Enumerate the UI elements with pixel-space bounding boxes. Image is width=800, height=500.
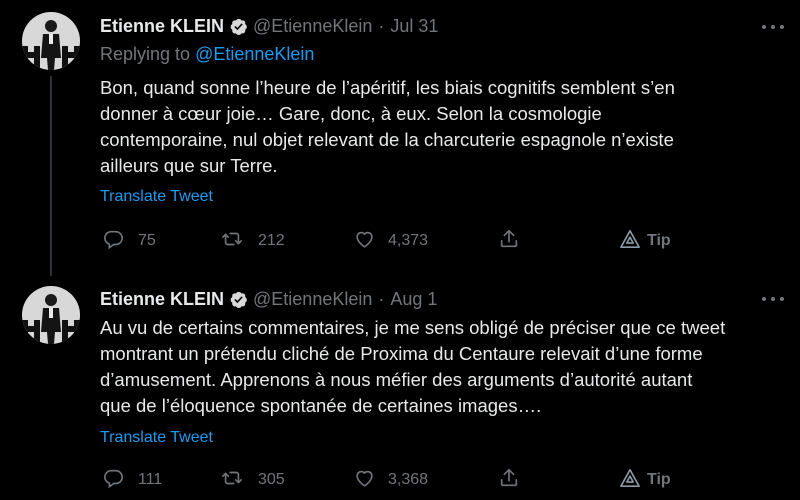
retweet-icon <box>220 228 244 255</box>
reply-icon <box>102 467 124 494</box>
retweet-icon <box>220 467 244 494</box>
share-button[interactable] <box>498 465 520 495</box>
like-count: 4,373 <box>388 232 429 249</box>
more-horizontal-icon[interactable] <box>762 296 784 302</box>
like-button[interactable]: 4,373 <box>353 226 428 256</box>
separator-dot: · <box>378 288 385 309</box>
tip-label: Tip <box>647 232 671 249</box>
tweet[interactable]: Etienne KLEIN @EtienneKlein · Aug 1 Au v… <box>0 270 800 500</box>
tweet-text-line: montrant un prétendu cliché de Proxima d… <box>100 343 703 364</box>
retweet-button[interactable]: 212 <box>220 226 285 256</box>
reply-icon <box>102 228 124 255</box>
tweet-text-line: ailleurs que sur Terre. <box>100 155 278 176</box>
tweet-date[interactable]: Jul 31 <box>390 16 438 37</box>
tweet-header: Etienne KLEIN @EtienneKlein · Aug 1 <box>100 285 437 313</box>
tweet-date[interactable]: Aug 1 <box>390 289 437 310</box>
share-icon <box>498 467 520 494</box>
tweet-text: Bon, quand sonne l’heure de l’apéritif, … <box>100 75 790 179</box>
separator-dot: · <box>378 15 385 36</box>
tweet-text-line: Au vu de certains commentaires, je me se… <box>100 317 726 338</box>
retweet-count: 212 <box>258 232 285 249</box>
replying-to: Replying to @EtienneKlein <box>100 44 314 65</box>
replying-mention-link[interactable]: @EtienneKlein <box>195 44 314 64</box>
tweet-text-line: Bon, quand sonne l’heure de l’apéritif, … <box>100 77 675 98</box>
tweet-text-line: que de l’éloquence spontanée de certaine… <box>100 395 542 416</box>
avatar[interactable] <box>22 12 80 70</box>
verified-badge-icon <box>229 290 248 309</box>
translate-tweet-link[interactable]: Translate Tweet <box>100 429 213 447</box>
like-button[interactable]: 3,368 <box>353 465 428 495</box>
author-handle[interactable]: @EtienneKlein <box>253 289 372 310</box>
retweet-button[interactable]: 305 <box>220 465 285 495</box>
tweet-text-line: contemporaine, nul objet relevant de la … <box>100 129 674 150</box>
tip-label: Tip <box>647 471 671 488</box>
translate-tweet-link[interactable]: Translate Tweet <box>100 188 213 206</box>
author-name[interactable]: Etienne KLEIN <box>100 16 224 37</box>
retweet-count: 305 <box>258 471 285 488</box>
avatar-image <box>22 12 80 70</box>
share-icon <box>498 228 520 255</box>
author-handle[interactable]: @EtienneKlein <box>253 16 372 37</box>
tweet-actions: 111 305 3,368 Tip <box>0 465 800 495</box>
reply-button[interactable]: 111 <box>102 465 162 495</box>
tip-button[interactable]: Tip <box>619 465 671 495</box>
tweet-text: Au vu de certains commentaires, je me se… <box>100 315 790 419</box>
share-button[interactable] <box>498 226 520 256</box>
avatar[interactable] <box>22 286 80 344</box>
heart-icon <box>353 228 376 255</box>
tip-button[interactable]: Tip <box>619 226 671 256</box>
like-count: 3,368 <box>388 471 429 488</box>
tweet-actions: 75 212 4,373 Tip <box>0 226 800 256</box>
reply-count: 75 <box>138 232 156 249</box>
tweet-text-line: donner à cœur joie… Gare, donc, à eux. S… <box>100 103 602 124</box>
more-horizontal-icon[interactable] <box>762 24 784 30</box>
avatar-image <box>22 286 80 344</box>
tweet-header: Etienne KLEIN @EtienneKlein · Jul 31 <box>100 12 438 40</box>
reply-count: 111 <box>138 471 163 488</box>
author-name[interactable]: Etienne KLEIN <box>100 289 224 310</box>
tweet[interactable]: Etienne KLEIN @EtienneKlein · Jul 31 Rep… <box>0 0 800 276</box>
replying-prefix: Replying to <box>100 44 191 64</box>
tip-icon <box>619 468 641 493</box>
verified-badge-icon <box>229 17 248 36</box>
tweet-text-line: d’amusement. Apprenons à nous méfier des… <box>100 369 693 390</box>
reply-button[interactable]: 75 <box>102 226 156 256</box>
tip-icon <box>619 229 641 254</box>
heart-icon <box>353 467 376 494</box>
